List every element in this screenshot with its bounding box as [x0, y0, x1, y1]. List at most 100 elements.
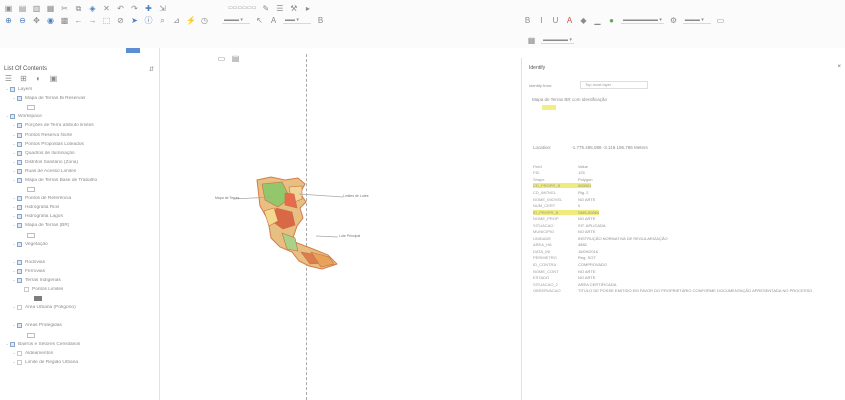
scale-icon[interactable]: ⇲	[158, 4, 167, 13]
scale-dropdown[interactable]: ▭▭▭▭▭▭	[228, 5, 256, 11]
bold-format-icon[interactable]: B	[523, 16, 532, 25]
editor-icon[interactable]: ✎	[261, 4, 270, 13]
layer-visibility-checkbox[interactable]	[17, 123, 22, 129]
layer-visibility-checkbox[interactable]	[17, 96, 22, 102]
measure-icon[interactable]: ⊿	[172, 16, 181, 25]
toc-row[interactable]: − Hidrografia Rios	[0, 203, 160, 212]
python-icon[interactable]: ▸	[303, 4, 312, 13]
layer-visibility-checkbox[interactable]	[10, 341, 15, 347]
layer-visibility-checkbox[interactable]	[17, 159, 22, 165]
zoom-out-icon[interactable]: ⊖	[18, 16, 27, 25]
cut-icon[interactable]: ✂	[60, 4, 69, 13]
toc-row[interactable]	[0, 185, 160, 194]
text-icon[interactable]: A	[269, 16, 278, 25]
drawing-dropdown[interactable]: ▬▬▬ ▾	[222, 17, 250, 24]
identify-result-layer[interactable]: Mapa de Terras BR com Identificação	[532, 97, 607, 102]
active-panel-tab[interactable]	[126, 48, 140, 53]
add-data-icon[interactable]: ✚	[144, 4, 153, 13]
arrow-icon[interactable]: ↖	[255, 16, 264, 25]
toc-row[interactable]: Pontos Limites	[0, 285, 160, 294]
toc-row[interactable]: − Porções de Terra atributo limites	[0, 121, 160, 130]
font-dropdown[interactable]: ▬▬ ▾	[283, 17, 311, 24]
toc-row[interactable]	[0, 331, 160, 340]
layer-visibility-checkbox[interactable]	[17, 132, 22, 138]
hyperlink-icon[interactable]: ⚡	[186, 16, 196, 25]
pin-icon[interactable]: ⇵	[149, 66, 154, 73]
toc-row[interactable]	[0, 294, 160, 303]
font-color-icon[interactable]: A	[565, 16, 574, 25]
print-icon[interactable]: ▦	[46, 4, 55, 13]
full-extent-icon[interactable]: ◉	[46, 16, 55, 25]
time-slider-icon[interactable]: ◷	[200, 16, 209, 25]
layer-visibility-checkbox[interactable]	[17, 350, 22, 356]
fill-color-icon[interactable]: ◆	[579, 16, 588, 25]
toc-row[interactable]: − Ruas de Acesso Limites	[0, 167, 160, 176]
layer-visibility-checkbox[interactable]	[24, 287, 29, 293]
info-icon[interactable]: ⓘ	[144, 16, 153, 25]
layer-visibility-checkbox[interactable]	[17, 196, 22, 202]
toc-row[interactable]: − Mapa de Terras Base de Trabalho	[0, 176, 160, 185]
list-by-selection-icon[interactable]: ▣	[49, 74, 58, 83]
geoprocessing-icon[interactable]: ▦	[527, 36, 536, 45]
toc-row[interactable]: − Pontos de Referência	[0, 194, 160, 203]
layer-settings-icon[interactable]: ⚙	[669, 16, 678, 25]
layer-visibility-checkbox[interactable]	[17, 259, 22, 265]
toc-row[interactable]: − Mapa de Terras Bi Reservas	[0, 94, 160, 103]
arc-toolbox-icon[interactable]: ⚒	[289, 4, 298, 13]
pointer-icon[interactable]: ➤	[130, 16, 139, 25]
toc-row[interactable]: − Terras Indígenas	[0, 276, 160, 285]
map-view[interactable]: ▭ ▤ Mapa de Terras Limites de Lotes Lote…	[161, 48, 520, 400]
layer-visibility-checkbox[interactable]	[17, 205, 22, 211]
toc-row[interactable]: − Hidrografia Lagos	[0, 212, 160, 221]
toc-row[interactable]: − Pontos Reserva Norte	[0, 130, 160, 139]
copy-icon[interactable]: ⧉	[74, 4, 83, 13]
toc-row[interactable]: − Layers	[0, 85, 160, 94]
close-icon[interactable]: ×	[837, 64, 841, 70]
toc-row[interactable]: − Rodovias	[0, 258, 160, 267]
toc-row[interactable]	[0, 312, 160, 321]
save-icon[interactable]: ▥	[32, 4, 41, 13]
italic-icon[interactable]: I	[537, 16, 546, 25]
georeferencing-dropdown[interactable]: ▬▬▬▬▬▬▬ ▾	[621, 17, 664, 24]
toc-row[interactable]: − Áreas Protegidas	[0, 321, 160, 330]
fixed-zoom-icon[interactable]: ▩	[60, 16, 69, 25]
window-icon[interactable]: ▭	[716, 16, 725, 25]
toc-row[interactable]: − Distritos Sanitário (Zona)	[0, 158, 160, 167]
back-icon[interactable]: ←	[74, 16, 83, 25]
marker-color-icon[interactable]: ●	[607, 16, 616, 25]
toc-row[interactable]	[0, 103, 160, 112]
forward-icon[interactable]: →	[88, 16, 97, 25]
toc-row[interactable]: − Área Urbana (Polígono)	[0, 303, 160, 312]
list-by-visibility-icon[interactable]: ◐	[34, 74, 43, 83]
layer-visibility-checkbox[interactable]	[17, 150, 22, 156]
toc-row[interactable]	[0, 249, 160, 258]
toc-row[interactable]: − Vegetação	[0, 240, 160, 249]
catalog-icon[interactable]: ☰	[275, 4, 284, 13]
undo-icon[interactable]: ↶	[116, 4, 125, 13]
snapping-dropdown[interactable]: ▬▬▬ ▾	[682, 17, 711, 24]
toc-row[interactable]: − Bairros e Setores Censitários	[0, 340, 160, 349]
toc-row[interactable]: − Limite de Região Urbana	[0, 358, 160, 367]
bold-icon[interactable]: B	[316, 16, 325, 25]
layer-visibility-checkbox[interactable]	[17, 241, 22, 247]
attribute-row[interactable]: OBSERVACAO TITULO DE POSSE EMITIDO EM FAV…	[533, 287, 843, 294]
delete-icon[interactable]: ✕	[102, 4, 111, 13]
underline-icon[interactable]: U	[551, 16, 560, 25]
open-icon[interactable]: ▤	[18, 4, 27, 13]
find-icon[interactable]: ⌕	[158, 16, 167, 25]
layer-visibility-checkbox[interactable]	[10, 114, 15, 120]
selected-feature-highlight[interactable]	[542, 105, 556, 110]
toc-row[interactable]: − Mapa de Terras (BR)	[0, 221, 160, 230]
pan-icon[interactable]: ✥	[32, 16, 41, 25]
list-by-drawing-order-icon[interactable]: ☰	[4, 74, 13, 83]
toc-row[interactable]: − Quadros de Iluminação	[0, 149, 160, 158]
identify-from-dropdown[interactable]: Top-most layer	[580, 81, 648, 89]
layer-visibility-checkbox[interactable]	[17, 359, 22, 365]
toc-row[interactable]: − Workspace	[0, 112, 160, 121]
layer-visibility-checkbox[interactable]	[17, 323, 22, 329]
paste-icon[interactable]: ◈	[88, 4, 97, 13]
layer-visibility-checkbox[interactable]	[17, 268, 22, 274]
layer-visibility-checkbox[interactable]	[17, 141, 22, 147]
zoom-in-icon[interactable]: ⊕	[4, 16, 13, 25]
select-features-icon[interactable]: ⬚	[102, 16, 111, 25]
